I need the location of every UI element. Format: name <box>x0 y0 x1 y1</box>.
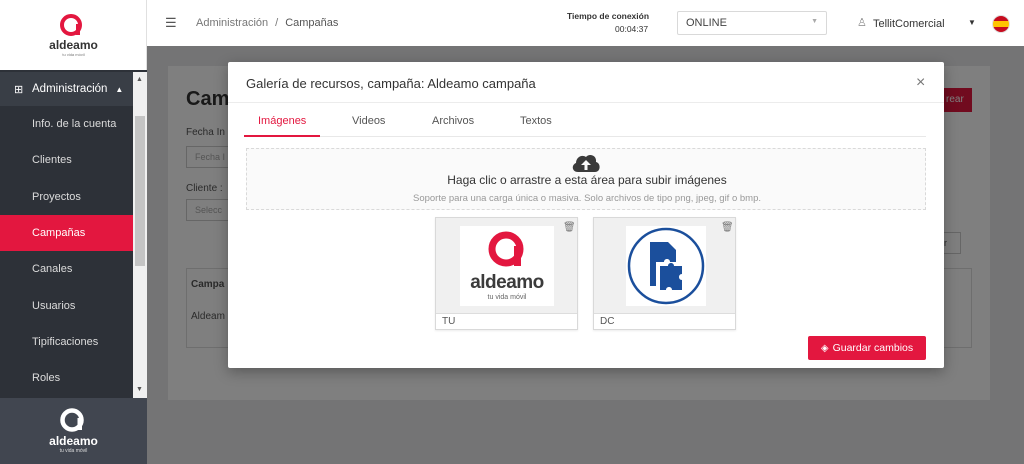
breadcrumb-item[interactable]: Administración <box>196 17 268 29</box>
status-value: ONLINE <box>686 17 727 29</box>
sidebar-footer-logo-tagline: tu vida móvil <box>59 448 88 454</box>
chevron-down-icon: ▼ <box>811 18 818 25</box>
sidebar-item-canales[interactable]: Canales <box>0 251 133 287</box>
sidebar-item-info-cuenta[interactable]: Info. de la cuenta <box>0 106 133 142</box>
tab-videos[interactable]: Videos <box>352 115 385 135</box>
aldeamo-logo-icon <box>60 408 84 432</box>
connection-time-value: 00:04:37 <box>615 24 649 34</box>
upload-title: Haga clic o arrastre a esta área para su… <box>447 173 727 187</box>
image-preview-puzzle <box>626 226 706 306</box>
preview-logo-text: aldeamo <box>470 272 544 293</box>
status-select[interactable]: ONLINE ▼ <box>677 11 827 35</box>
sidebar-scrollbar[interactable]: ▲ ▼ <box>133 72 147 398</box>
tab-imagenes[interactable]: Imágenes <box>244 115 321 137</box>
sidebar-item-clientes[interactable]: Clientes <box>0 142 133 178</box>
top-header: ☰ Administración / Campañas Tiempo de cone… <box>147 0 1024 46</box>
building-icon: ⊞ <box>14 83 24 96</box>
modal-divider <box>228 102 944 103</box>
sidebar-item-usuarios[interactable]: Usuarios <box>0 287 133 323</box>
image-caption: TU <box>436 313 577 329</box>
upload-hint: Soporte para una carga única o masiva. S… <box>412 193 762 204</box>
sidebar-item-roles[interactable]: Roles <box>0 360 133 396</box>
scroll-down-icon[interactable]: ▼ <box>136 386 143 393</box>
user-icon: ♙ <box>857 17 867 29</box>
sidebar-logo-tagline: tu vida móvil <box>62 52 85 57</box>
sidebar-item-label: Usuarios <box>32 299 76 312</box>
resource-tabs: Imágenes Videos Archivos Textos <box>244 112 926 137</box>
user-name[interactable]: TellitComercial <box>873 18 945 30</box>
image-preview-aldeamo: aldeamo tu vida móvil <box>460 226 554 306</box>
trash-icon[interactable]: 🗑 <box>721 222 734 234</box>
puzzle-document-icon <box>627 227 705 305</box>
sidebar-item-campanas[interactable]: Campañas <box>0 214 133 252</box>
image-card[interactable]: aldeamo tu vida móvil 🗑 TU <box>435 217 578 330</box>
sidebar-logo[interactable]: aldeamo tu vida móvil <box>0 0 147 70</box>
tab-archivos[interactable]: Archivos <box>432 115 474 135</box>
scroll-up-icon[interactable]: ▲ <box>136 76 143 83</box>
sidebar-footer-logo-text: aldeamo <box>49 434 98 448</box>
trash-icon[interactable]: 🗑 <box>563 222 576 234</box>
sidebar: aldeamo tu vida móvil ⊞ Administración ▲… <box>0 0 147 464</box>
breadcrumb-separator: / <box>275 17 279 29</box>
sidebar-item-label: Campañas <box>32 227 86 240</box>
sidebar-item-tipificaciones[interactable]: Tipificaciones <box>0 324 133 360</box>
tab-textos[interactable]: Textos <box>520 115 552 135</box>
sidebar-item-proyectos[interactable]: Proyectos <box>0 179 133 215</box>
sidebar-item-label: Info. de la cuenta <box>32 118 117 131</box>
sidebar-logo-text: aldeamo <box>49 38 98 52</box>
cloud-upload-icon <box>572 154 600 172</box>
image-caption: DC <box>594 313 735 329</box>
user-menu-chevron-icon[interactable]: ▼ <box>968 18 976 27</box>
sidebar-item-label: Clientes <box>32 154 72 167</box>
chevron-up-icon: ▲ <box>115 84 124 94</box>
save-changes-label: Guardar cambios <box>832 342 914 354</box>
breadcrumb: Administración / Campañas <box>196 17 338 29</box>
sidebar-item-label: Canales <box>32 263 73 276</box>
spain-flag-icon[interactable] <box>992 15 1010 33</box>
sidebar-menu: ⊞ Administración ▲ Info. de la cuenta Cl… <box>0 72 133 396</box>
sidebar-item-label: Tipificaciones <box>32 335 99 348</box>
save-changes-button[interactable]: ◈ Guardar cambios <box>808 336 926 360</box>
preview-logo-tagline: tu vida móvil <box>487 294 527 301</box>
connection-time-label: Tiempo de conexión <box>567 11 650 21</box>
tag-icon: ◈ <box>820 342 829 354</box>
sidebar-section-administracion[interactable]: ⊞ Administración ▲ <box>0 72 133 106</box>
modal-title: Galería de recursos, campaña: Aldeamo ca… <box>246 76 536 91</box>
sidebar-scroll-thumb[interactable] <box>135 116 145 266</box>
sidebar-footer-logo: aldeamo tu vida móvil <box>0 398 147 464</box>
sidebar-item-label: Roles <box>32 372 61 385</box>
breadcrumb-current: Campañas <box>285 17 339 29</box>
resource-gallery-modal: Galería de recursos, campaña: Aldeamo ca… <box>228 62 944 368</box>
sidebar-item-label: Proyectos <box>32 190 81 203</box>
sidebar-section-label: Administración <box>32 83 108 95</box>
menu-toggle-icon[interactable]: ☰ <box>165 15 177 31</box>
aldeamo-logo-icon <box>60 14 82 36</box>
image-upload-dropzone[interactable]: Haga clic o arrastre a esta área para su… <box>246 148 926 210</box>
close-icon[interactable]: × <box>916 74 925 92</box>
aldeamo-logo-icon <box>488 231 524 267</box>
image-card[interactable]: 🗑 DC <box>593 217 736 330</box>
